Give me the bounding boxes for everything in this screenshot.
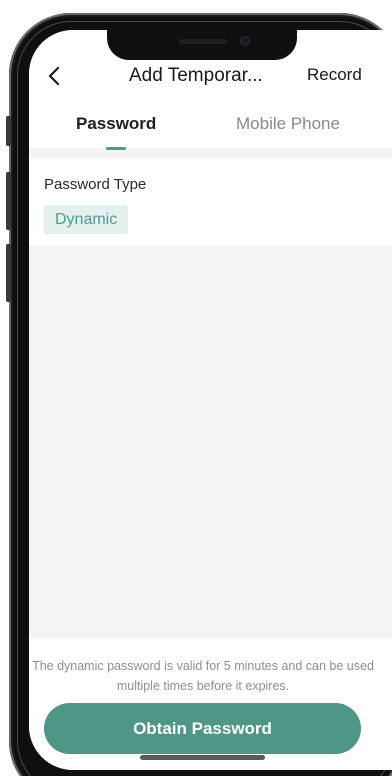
- front-camera: [240, 36, 250, 46]
- phone-screen: Add Temporar... Record Password Mobile P…: [29, 30, 392, 770]
- mute-switch: [6, 116, 11, 146]
- back-button[interactable]: [41, 63, 67, 89]
- speaker-grille: [179, 39, 227, 44]
- password-type-chip-dynamic[interactable]: Dynamic: [44, 205, 129, 234]
- page-title: Add Temporar...: [129, 65, 263, 86]
- home-indicator: [140, 755, 265, 760]
- tab-mobile-phone[interactable]: Mobile Phone: [236, 114, 340, 134]
- app-screenshot: Add Temporar... Record Password Mobile P…: [0, 0, 392, 776]
- password-type-label: Password Type: [44, 176, 147, 193]
- notch: [107, 30, 297, 60]
- tab-password[interactable]: Password: [76, 114, 156, 134]
- record-button[interactable]: Record: [307, 65, 362, 85]
- validity-hint: The dynamic password is valid for 5 minu…: [32, 659, 374, 693]
- chevron-left-icon: [48, 66, 60, 86]
- volume-up-button: [6, 172, 11, 230]
- volume-down-button: [6, 244, 11, 302]
- obtain-password-button[interactable]: Obtain Password: [44, 703, 361, 754]
- active-tab-indicator: [106, 147, 126, 150]
